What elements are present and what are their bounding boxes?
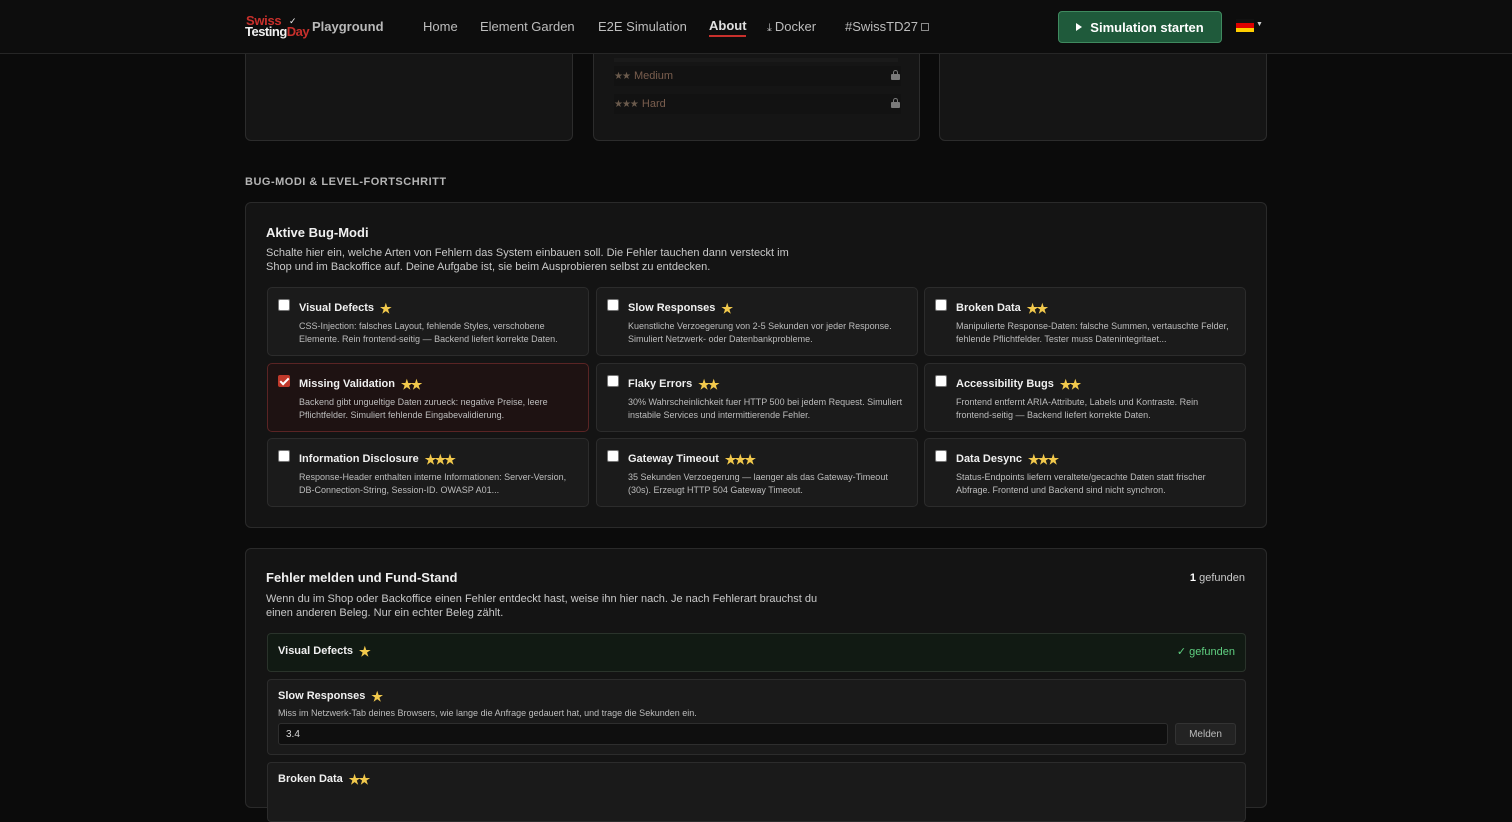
bug-mode-card[interactable]: Information Disclosure ★★★ Response-Header…	[267, 438, 589, 507]
bug-mode-card[interactable]: Visual Defects ★ CSS-Injection: falsches L…	[267, 287, 589, 356]
bug-mode-card[interactable]: Accessibility Bugs ★★ Frontend entfernt AR…	[924, 363, 1246, 432]
bug-mode-title: Slow Responses ★	[628, 300, 733, 316]
play-icon	[1076, 23, 1083, 31]
bug-mode-description: Kuenstliche Verzoegerung von 2-5 Sekunde…	[628, 321, 892, 344]
bug-mode-title: Visual Defects ★	[299, 300, 392, 316]
bug-mode-card[interactable]: Flaky Errors ★★ 30% Wahrscheinlichkeit fue…	[596, 363, 918, 432]
bug-mode-card[interactable]: Gateway Timeout ★★★ 35 Sekunden Verzoegeru…	[596, 438, 918, 507]
bug-modes-panel: Aktive Bug-Modi Schalte hier ein, welche…	[245, 202, 1267, 528]
bug-mode-checkbox[interactable]	[278, 299, 290, 311]
bug-mode-description: Frontend entfernt ARIA-Attribute, Labels…	[956, 397, 1199, 420]
report-button[interactable]: Melden	[1175, 723, 1236, 745]
bug-mode-title: Flaky Errors ★★	[628, 376, 720, 392]
level-label: Medium	[633, 70, 674, 82]
nav-home[interactable]: Home	[423, 19, 458, 34]
star-icon: ★	[380, 300, 392, 316]
bug-mode-title: Broken Data ★★	[956, 300, 1048, 316]
bug-mode-card[interactable]: Broken Data ★★ Manipulierte Response-Daten…	[924, 287, 1246, 356]
star-icon: ★★★	[424, 451, 456, 467]
bug-mode-card[interactable]: Data Desync ★★★ Status-Endpoints liefern v…	[924, 438, 1246, 507]
bug-modes-title: Aktive Bug-Modi	[266, 225, 369, 240]
nav-about[interactable]: About	[709, 18, 747, 33]
bug-mode-checkbox[interactable]	[278, 450, 290, 462]
level-row-divider	[614, 58, 898, 62]
bug-mode-description: 35 Sekunden Verzoegerung — laenger als d…	[628, 472, 888, 495]
report-row-visual-defects: Visual Defects ★ ✓ gefunden	[267, 633, 1246, 672]
level-row-hard: ★★★ Hard	[614, 94, 901, 114]
bug-mode-title: Missing Validation ★★	[299, 376, 422, 392]
nav-swisstd27[interactable]: #SwissTD27	[845, 19, 929, 34]
download-icon: ⤓	[767, 22, 772, 34]
nav-e2e-simulation[interactable]: E2E Simulation	[598, 19, 687, 34]
top-navigation-bar: Swiss ✓ TestingDay Playground Home Eleme…	[0, 0, 1512, 54]
app-name[interactable]: Playground	[312, 19, 384, 34]
bug-mode-title: Data Desync ★★★	[956, 451, 1059, 467]
bug-mode-card[interactable]: Slow Responses ★ Kuenstliche Verzoegerung …	[596, 287, 918, 356]
bug-mode-checkbox[interactable]	[935, 450, 947, 462]
lock-icon	[891, 70, 900, 80]
language-caret-icon[interactable]: ▼	[1256, 21, 1263, 28]
bug-mode-description: 30% Wahrscheinlichkeit fuer HTTP 500 bei…	[628, 397, 903, 420]
report-row-slow-responses: Slow Responses ★ Miss im Netzwerk-Tab dei…	[267, 679, 1246, 755]
star-icon: ★★	[348, 771, 370, 787]
bug-mode-title: Information Disclosure ★★★	[299, 451, 456, 467]
star-icon: ★★★	[724, 451, 756, 467]
report-row-title: Broken Data ★★	[278, 771, 370, 787]
german-flag-icon[interactable]	[1236, 19, 1254, 32]
report-row-broken-data: Broken Data ★★	[267, 762, 1246, 822]
start-simulation-button[interactable]: Simulation starten	[1058, 11, 1222, 43]
nav-docker[interactable]: ⤓ Docker	[767, 19, 816, 35]
level-stars: ★★	[614, 70, 631, 82]
bug-mode-checkbox[interactable]	[935, 375, 947, 387]
bug-mode-checkbox[interactable]	[607, 375, 619, 387]
section-label: BUG-MODI & LEVEL-FORTSCHRITT	[245, 176, 447, 188]
found-count: 1 gefunden	[1189, 572, 1245, 584]
bug-mode-checkbox[interactable]	[278, 375, 290, 387]
found-status: ✓ gefunden	[1176, 646, 1235, 658]
report-title: Fehler melden und Fund-Stand	[266, 570, 458, 585]
star-icon: ★★★	[1028, 451, 1059, 467]
swiss-testing-day-logo[interactable]: Swiss ✓ TestingDay	[245, 13, 310, 40]
report-row-title: Visual Defects ★	[278, 643, 371, 659]
bug-mode-description: CSS-Injection: falsches Layout, fehlende…	[299, 321, 558, 344]
level-label: Hard	[641, 98, 666, 110]
report-hint: Miss im Netzwerk-Tab deines Browsers, wi…	[278, 708, 697, 718]
nav-element-garden[interactable]: Element Garden	[480, 19, 575, 34]
bug-modes-description: Schalte hier ein, welche Arten von Fehle…	[266, 247, 789, 273]
external-link-icon	[920, 23, 929, 31]
star-icon: ★★	[698, 376, 719, 392]
bug-mode-checkbox[interactable]	[607, 299, 619, 311]
star-icon: ★★	[400, 376, 422, 392]
bug-mode-description: Response-Header enthalten interne Inform…	[299, 472, 567, 495]
bug-mode-checkbox[interactable]	[607, 450, 619, 462]
report-panel: Fehler melden und Fund-Stand 1 gefunden …	[245, 548, 1267, 822]
report-row-title: Slow Responses ★	[278, 688, 383, 704]
logo-line-2: TestingDay	[245, 24, 310, 39]
bug-mode-checkbox[interactable]	[935, 299, 947, 311]
bug-mode-title: Gateway Timeout ★★★	[628, 451, 756, 467]
star-icon: ★	[359, 643, 371, 659]
star-icon: ★	[721, 300, 733, 316]
seconds-input[interactable]	[278, 723, 1168, 745]
lock-icon	[891, 98, 900, 108]
bug-mode-description: Manipulierte Response-Daten: falsche Sum…	[956, 321, 1229, 344]
star-icon: ★★	[1026, 300, 1048, 316]
bug-mode-description: Status-Endpoints liefern veraltete/gecac…	[956, 472, 1206, 495]
level-row-medium: ★★ Medium	[614, 66, 901, 86]
active-nav-indicator	[709, 35, 746, 37]
star-icon: ★★	[1059, 376, 1081, 392]
star-icon: ★	[371, 688, 383, 704]
level-stars: ★★★	[614, 98, 639, 110]
start-simulation-label: Simulation starten	[1090, 19, 1204, 35]
bug-mode-description: Backend gibt ungueltige Daten zurueck: n…	[299, 397, 548, 420]
report-description: Wenn du im Shop oder Backoffice einen Fe…	[266, 593, 818, 619]
bug-mode-title: Accessibility Bugs ★★	[956, 376, 1081, 392]
bug-mode-card[interactable]: Missing Validation ★★ Backend gibt unguelt…	[267, 363, 589, 432]
